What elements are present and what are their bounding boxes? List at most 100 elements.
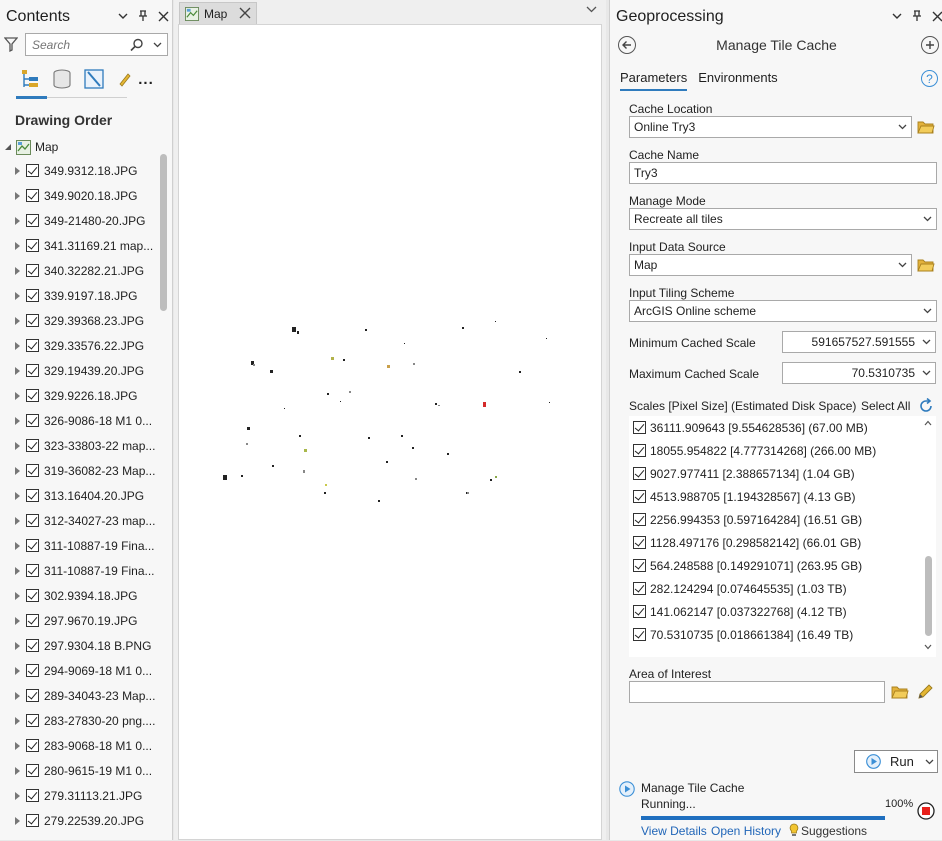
layer-visibility-checkbox[interactable] [26, 339, 39, 352]
scale-checkbox[interactable] [633, 559, 646, 572]
scrollbar-thumb[interactable] [925, 556, 932, 636]
expand-triangle-icon[interactable] [15, 617, 20, 625]
layer-visibility-checkbox[interactable] [26, 614, 39, 627]
layer-item[interactable]: 297.9670.19.JPG [0, 609, 158, 634]
collapse-triangle-icon[interactable] [4, 143, 12, 151]
refresh-icon[interactable] [918, 398, 934, 414]
layer-item[interactable]: 349-21480-20.JPG [0, 209, 158, 234]
layer-visibility-checkbox[interactable] [26, 639, 39, 652]
scale-checkbox[interactable] [633, 605, 646, 618]
expand-triangle-icon[interactable] [15, 467, 20, 475]
suggestions-link[interactable]: Suggestions [801, 824, 867, 838]
layer-visibility-checkbox[interactable] [26, 814, 39, 827]
layer-visibility-checkbox[interactable] [26, 264, 39, 277]
layer-item[interactable]: 297.9304.18 B.PNG [0, 634, 158, 659]
add-button[interactable] [921, 36, 939, 54]
chevron-down-icon[interactable] [891, 9, 903, 23]
layer-item[interactable]: 329.39368.23.JPG [0, 309, 158, 334]
close-icon[interactable] [239, 7, 251, 19]
chevron-down-icon[interactable] [922, 368, 931, 377]
more-options-icon[interactable]: ... [135, 67, 157, 91]
layer-visibility-checkbox[interactable] [26, 539, 39, 552]
layer-item[interactable]: 341.31169.21 map... [0, 234, 158, 259]
cache-location-combo[interactable]: Online Try3 [629, 116, 912, 138]
search-input[interactable] [30, 37, 126, 53]
pin-icon[interactable] [137, 9, 149, 23]
layer-item[interactable]: 279.31113.21.JPG [0, 784, 158, 809]
chevron-down-icon[interactable] [925, 759, 934, 765]
expand-triangle-icon[interactable] [15, 717, 20, 725]
scrollbar-thumb[interactable] [160, 154, 167, 311]
close-icon[interactable] [931, 9, 942, 23]
expand-triangle-icon[interactable] [15, 792, 20, 800]
contents-search-box[interactable] [25, 33, 168, 56]
expand-triangle-icon[interactable] [15, 542, 20, 550]
layer-visibility-checkbox[interactable] [26, 789, 39, 802]
pencil-icon[interactable] [113, 67, 135, 91]
scales-scrollbar[interactable] [922, 418, 934, 658]
layer-visibility-checkbox[interactable] [26, 239, 39, 252]
layer-item[interactable]: 313.16404.20.JPG [0, 484, 158, 509]
folder-icon[interactable] [891, 684, 909, 700]
layer-visibility-checkbox[interactable] [26, 714, 39, 727]
pin-icon[interactable] [911, 9, 923, 23]
folder-icon[interactable] [917, 119, 935, 135]
expand-triangle-icon[interactable] [15, 242, 20, 250]
layer-visibility-checkbox[interactable] [26, 439, 39, 452]
view-details-link[interactable]: View Details [641, 824, 707, 838]
layer-item[interactable]: 349.9312.18.JPG [0, 159, 158, 184]
layer-visibility-checkbox[interactable] [26, 289, 39, 302]
layer-visibility-checkbox[interactable] [26, 414, 39, 427]
select-all-button[interactable]: Select All [861, 399, 910, 413]
layer-item[interactable]: 329.33576.22.JPG [0, 334, 158, 359]
scale-checkbox[interactable] [633, 421, 646, 434]
scale-checkbox[interactable] [633, 444, 646, 457]
chevron-down-icon[interactable] [898, 260, 907, 269]
chevron-down-icon[interactable] [924, 644, 932, 650]
layer-item[interactable]: 311-10887-19 Fina... [0, 534, 158, 559]
scale-checkbox[interactable] [633, 582, 646, 595]
list-by-selection-icon[interactable] [83, 67, 105, 91]
expand-triangle-icon[interactable] [15, 367, 20, 375]
layer-visibility-checkbox[interactable] [26, 164, 39, 177]
layer-visibility-checkbox[interactable] [26, 389, 39, 402]
chevron-down-icon[interactable] [922, 337, 931, 346]
expand-triangle-icon[interactable] [15, 492, 20, 500]
expand-triangle-icon[interactable] [15, 567, 20, 575]
layer-visibility-checkbox[interactable] [26, 489, 39, 502]
expand-triangle-icon[interactable] [15, 667, 20, 675]
layer-item[interactable]: 283-9068-18 M1 0... [0, 734, 158, 759]
open-history-link[interactable]: Open History [711, 824, 781, 838]
layer-item[interactable]: 312-34027-23 map... [0, 509, 158, 534]
area-of-interest-field[interactable] [629, 681, 885, 703]
layer-item[interactable]: 326-9086-18 M1 0... [0, 409, 158, 434]
layer-visibility-checkbox[interactable] [26, 664, 39, 677]
chevron-down-icon[interactable] [153, 42, 162, 48]
layer-item[interactable]: 302.9394.18.JPG [0, 584, 158, 609]
expand-triangle-icon[interactable] [15, 317, 20, 325]
cache-name-field[interactable]: Try3 [629, 162, 937, 184]
tab-environments[interactable]: Environments [698, 70, 777, 91]
expand-triangle-icon[interactable] [15, 442, 20, 450]
layer-item[interactable]: 329.9226.18.JPG [0, 384, 158, 409]
layer-visibility-checkbox[interactable] [26, 589, 39, 602]
layer-visibility-checkbox[interactable] [26, 189, 39, 202]
input-tiling-scheme-combo[interactable]: ArcGIS Online scheme [629, 300, 937, 322]
layer-item[interactable]: 323-33803-22 map... [0, 434, 158, 459]
expand-triangle-icon[interactable] [15, 342, 20, 350]
layer-item[interactable]: 289-34043-23 Map... [0, 684, 158, 709]
layer-item[interactable]: 311-10887-19 Fina... [0, 559, 158, 584]
expand-triangle-icon[interactable] [15, 767, 20, 775]
layer-item[interactable]: 280-9615-19 M1 0... [0, 759, 158, 784]
expand-triangle-icon[interactable] [15, 742, 20, 750]
list-by-data-source-icon[interactable] [51, 67, 73, 91]
layer-visibility-checkbox[interactable] [26, 314, 39, 327]
expand-triangle-icon[interactable] [15, 392, 20, 400]
expand-triangle-icon[interactable] [15, 417, 20, 425]
expand-triangle-icon[interactable] [15, 642, 20, 650]
manage-mode-combo[interactable]: Recreate all tiles [629, 208, 937, 230]
input-data-source-combo[interactable]: Map [629, 254, 912, 276]
layer-visibility-checkbox[interactable] [26, 214, 39, 227]
expand-triangle-icon[interactable] [15, 692, 20, 700]
layer-item[interactable]: 294-9069-18 M1 0... [0, 659, 158, 684]
